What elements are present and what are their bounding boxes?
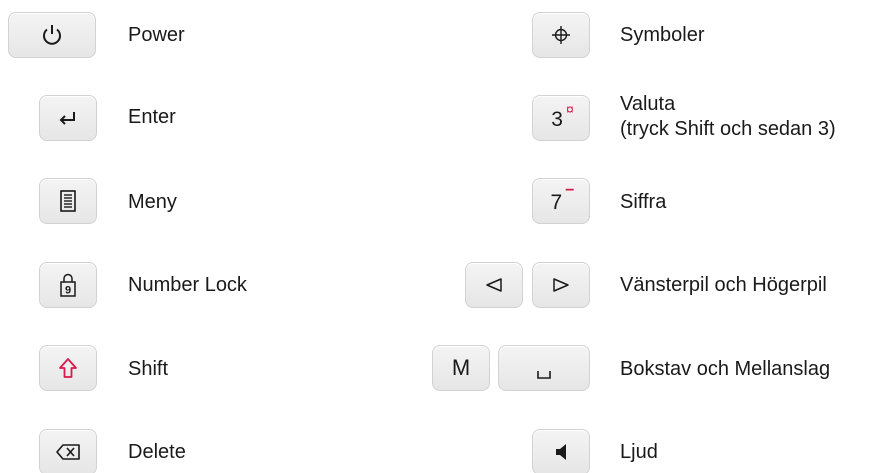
left-arrow-icon (486, 278, 502, 292)
key-delete[interactable] (39, 429, 97, 473)
key-left-arrow[interactable] (465, 262, 523, 308)
delete-icon (56, 444, 80, 460)
right-arrow-icon (553, 278, 569, 292)
lock-digit: 9 (65, 285, 71, 297)
speaker-icon (556, 444, 566, 460)
currency-superscript: ¤ (565, 101, 574, 117)
key-number-lock[interactable]: 9 (39, 262, 97, 308)
key-m-char: M (451, 355, 471, 380)
label-delete: Delete (128, 441, 186, 463)
label-currency-line2: (tryck Shift och sedan 3) (620, 118, 836, 140)
enter-icon (59, 112, 75, 125)
key-power[interactable] (8, 12, 96, 58)
label-digit: Siffra (620, 191, 667, 213)
label-sound: Ljud (620, 441, 658, 463)
key-7-char: 7 (550, 191, 563, 214)
symbols-icon (552, 26, 570, 44)
label-shift: Shift (128, 358, 169, 380)
label-enter: Enter (128, 106, 176, 128)
label-number-lock: Number Lock (128, 274, 247, 296)
key-sound[interactable] (532, 429, 590, 473)
key-currency[interactable]: 3 ¤ (532, 95, 590, 141)
label-currency: Valuta (tryck Shift och sedan 3) (620, 92, 836, 142)
shift-icon (59, 358, 77, 378)
label-power: Power (128, 24, 185, 46)
number-lock-icon: 9 (60, 273, 76, 297)
key-3-char: 3 (551, 108, 563, 131)
space-icon (537, 371, 551, 379)
digit-superscript: − (565, 182, 575, 199)
label-menu: Meny (128, 191, 177, 213)
key-symbols[interactable] (532, 12, 590, 58)
label-symbols: Symboler (620, 24, 705, 46)
key-shift[interactable] (39, 345, 97, 391)
label-arrows: Vänsterpil och Högerpil (620, 274, 827, 296)
key-letter[interactable]: M (432, 345, 490, 391)
menu-icon (60, 190, 76, 212)
key-digit[interactable]: 7 − (532, 178, 590, 224)
label-letter-space: Bokstav och Mellanslag (620, 358, 831, 380)
key-right-arrow[interactable] (532, 262, 590, 308)
key-space[interactable] (498, 345, 590, 391)
key-menu[interactable] (39, 178, 97, 224)
key-enter[interactable] (39, 95, 97, 141)
power-icon (43, 25, 61, 45)
label-currency-line1: Valuta (620, 93, 676, 115)
